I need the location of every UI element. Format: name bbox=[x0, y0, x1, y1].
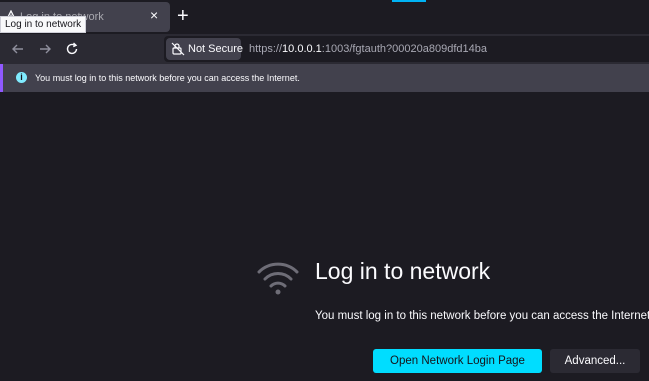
tab-tooltip: Log in to network bbox=[0, 16, 87, 33]
navigation-toolbar: Not Secure https://10.0.0.1:1003/fgtauth… bbox=[0, 34, 649, 64]
url-prefix: https:// bbox=[249, 43, 283, 55]
notification-bar: i You must log in to this network before… bbox=[0, 64, 649, 92]
open-login-page-button[interactable]: Open Network Login Page bbox=[373, 349, 542, 373]
advanced-button[interactable]: Advanced... bbox=[550, 349, 640, 373]
not-secure-label: Not Secure bbox=[188, 43, 244, 55]
url-host: 10.0.0.1 bbox=[282, 43, 322, 55]
page-description: You must log in to this network before y… bbox=[315, 310, 649, 322]
close-icon[interactable]: × bbox=[150, 7, 158, 23]
arrow-left-icon[interactable] bbox=[10, 41, 26, 57]
reload-icon[interactable] bbox=[64, 41, 80, 57]
url-text[interactable]: https://10.0.0.1:1003/fgtauth?00020a809d… bbox=[249, 43, 487, 55]
page-title: Log in to network bbox=[315, 258, 491, 284]
notification-text: You must log in to this network before y… bbox=[35, 73, 300, 83]
not-secure-indicator[interactable]: Not Secure bbox=[166, 38, 244, 60]
insecure-lock-icon bbox=[171, 42, 185, 56]
tab-strip-accent bbox=[392, 0, 426, 2]
page-content: Log in to network You must log in to thi… bbox=[0, 92, 649, 381]
info-icon: i bbox=[16, 72, 27, 83]
url-bar[interactable]: Not Secure https://10.0.0.1:1003/fgtauth… bbox=[164, 36, 649, 62]
tab-strip: Log in to network × + Log in to network bbox=[0, 0, 649, 34]
new-tab-button[interactable]: + bbox=[177, 4, 189, 28]
wifi-icon bbox=[257, 262, 299, 295]
arrow-right-icon[interactable] bbox=[37, 41, 53, 57]
url-path: :1003/fgtauth?00020a809dfd14ba bbox=[321, 43, 487, 55]
